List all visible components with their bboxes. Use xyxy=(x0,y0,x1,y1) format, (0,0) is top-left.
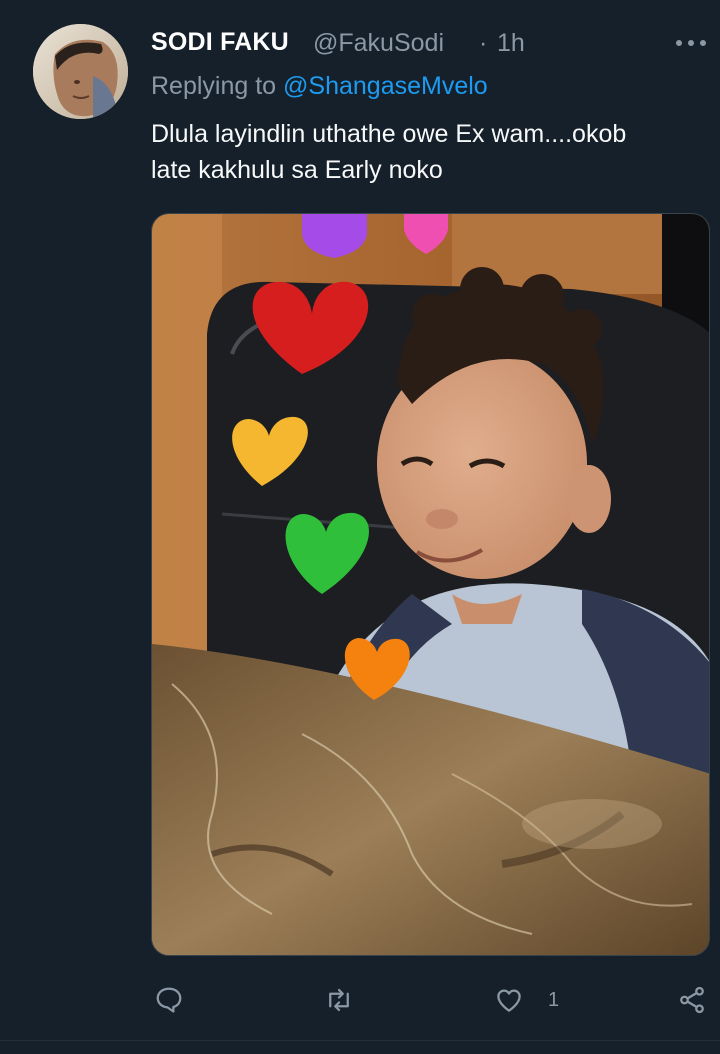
share-icon xyxy=(680,986,704,1014)
red-heart-icon xyxy=(252,281,369,374)
reply-button[interactable] xyxy=(154,980,184,1020)
avatar[interactable] xyxy=(33,24,128,119)
tweet-actions: 1 xyxy=(151,980,720,1020)
purple-heart-icon xyxy=(302,214,367,258)
author-name[interactable]: SODI FAKU xyxy=(151,28,289,57)
tweet-media[interactable] xyxy=(151,213,710,956)
tweet-header: SODI FAKU @FakuSodi · 1h xyxy=(151,28,711,62)
divider xyxy=(0,1040,720,1041)
pink-heart-icon xyxy=(404,214,448,254)
retweet-icon xyxy=(329,988,349,1012)
tweet-text-line-2: late kakhulu sa Early noko xyxy=(151,156,443,184)
author-handle[interactable]: @FakuSodi xyxy=(313,29,444,58)
replying-to-label: Replying to xyxy=(151,72,277,100)
tweet-text: Dlula layindlin uthathe owe Ex wam....ok… xyxy=(151,116,711,188)
tweet-text-line-1: Dlula layindlin uthathe owe Ex wam....ok… xyxy=(151,120,627,148)
reply-icon xyxy=(156,987,182,1013)
retweet-button[interactable] xyxy=(324,980,354,1020)
heart-emojis-overlay xyxy=(232,214,448,700)
replying-to-mention[interactable]: @ShangaseMvelo xyxy=(283,72,488,100)
like-count: 1 xyxy=(548,988,560,1011)
tweet[interactable]: SODI FAKU @FakuSodi · 1h Replying to @Sh… xyxy=(0,0,720,1054)
yellow-heart-icon xyxy=(232,416,308,486)
green-heart-icon xyxy=(285,512,370,594)
separator-dot: · xyxy=(479,29,488,57)
more-options-icon[interactable] xyxy=(676,40,710,50)
share-button[interactable] xyxy=(677,980,707,1020)
like-button[interactable]: 1 xyxy=(494,980,559,1020)
replying-to: Replying to @ShangaseMvelo xyxy=(151,72,488,101)
orange-heart-icon xyxy=(344,638,410,700)
avatar-photo xyxy=(33,24,128,119)
tweet-time[interactable]: 1h xyxy=(497,29,525,58)
heart-icon xyxy=(497,989,521,1012)
